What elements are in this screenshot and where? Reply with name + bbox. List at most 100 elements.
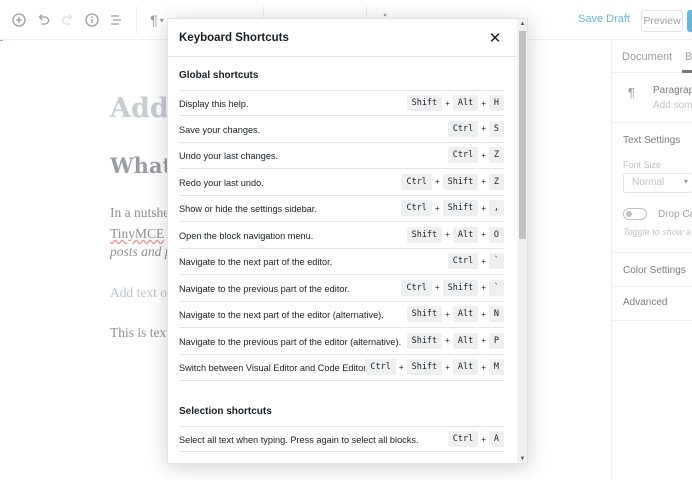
section-title-selection: Selection shortcuts [179, 406, 272, 417]
shortcut-key-combination: Ctrl + S [447, 120, 504, 137]
key-cap: Ctrl [401, 200, 432, 216]
key-cap: Ctrl [447, 253, 479, 269]
key-cap: Z [488, 147, 504, 163]
key-cap: Ctrl [447, 147, 479, 163]
shortcut-row: Open the block navigation menu. Shift + Alt… [179, 223, 504, 249]
modal-header: Keyboard Shortcuts ✕ [168, 19, 527, 57]
shortcut-row: Navigate to the previous part of the edi… [179, 276, 504, 302]
key-cap: S [488, 120, 504, 137]
key-cap: N [488, 306, 504, 322]
shortcut-key-combination: Ctrl + A [447, 431, 504, 447]
key-cap: Ctrl [365, 359, 396, 375]
key-cap: Alt [452, 226, 479, 243]
key-cap: Alt [452, 95, 479, 111]
close-icon[interactable]: ✕ [486, 29, 504, 47]
shortcut-description: Switch between Visual Editor and Code Ed… [179, 363, 369, 373]
key-cap: Shift [406, 332, 443, 349]
key-cap: Ctrl [401, 279, 432, 296]
shortcut-row: Save your changes. Ctrl + S [179, 117, 504, 143]
key-cap: Shift [406, 95, 443, 111]
shortcut-description: Display this help. [179, 99, 249, 109]
key-separator: + [481, 283, 486, 292]
key-separator: + [445, 309, 450, 319]
key-separator: + [481, 150, 486, 160]
key-separator: + [481, 256, 486, 266]
key-separator: + [434, 177, 440, 186]
key-separator: + [481, 177, 486, 186]
shortcut-key-combination: Shift + Alt + O [406, 226, 504, 243]
app-root: ¶ ▾ Save Draft Preview Add What In a nuts… [0, 0, 692, 480]
shortcut-row: Display this help. Shift + Alt + H [179, 90, 504, 116]
key-cap: Shift [442, 200, 479, 216]
scroll-up-icon[interactable]: ▲ [519, 20, 526, 28]
key-cap: Shift [406, 359, 443, 375]
key-separator: + [445, 230, 450, 239]
key-cap: A [488, 431, 504, 447]
modal-title: Keyboard Shortcuts [179, 32, 289, 44]
shortcut-description: Select all text when typing. Press again… [179, 435, 419, 445]
key-cap: Z [488, 173, 504, 190]
shortcut-row: Undo your last changes. Ctrl + Z [179, 143, 504, 169]
key-separator: + [481, 309, 486, 319]
key-separator: + [398, 362, 404, 372]
modal-scrollbar[interactable]: ▲ ▼ [517, 19, 527, 463]
key-cap: Alt [452, 359, 479, 375]
key-separator: + [445, 98, 450, 108]
key-cap: O [488, 226, 504, 243]
key-separator: + [481, 230, 486, 239]
keyboard-shortcuts-modal: Keyboard Shortcuts ✕ Global shortcuts Di… [167, 18, 528, 464]
key-cap: Alt [452, 332, 479, 349]
shortcut-row: Select all text when typing. Press again… [179, 426, 504, 452]
shortcut-key-combination: Ctrl + Shift + ` [401, 279, 504, 296]
shortcut-description: Open the block navigation menu. [179, 230, 314, 241]
key-cap: Alt [452, 306, 479, 322]
key-separator: + [434, 203, 440, 213]
key-cap: Ctrl [401, 173, 432, 190]
key-cap: , [488, 200, 504, 216]
shortcut-row: Redo your last undo. Ctrl + Shift + Z [179, 170, 504, 196]
key-cap: Shift [406, 226, 443, 243]
key-cap: H [488, 95, 504, 111]
shortcut-key-combination: Ctrl + Shift + Alt + M [365, 359, 504, 375]
shortcut-key-combination: Ctrl + Z [447, 147, 504, 163]
shortcut-key-combination: Ctrl + Shift + Z [401, 173, 504, 190]
key-separator: + [481, 434, 486, 444]
shortcut-row: Switch between Visual Editor and Code Ed… [179, 355, 504, 381]
key-cap: Shift [406, 306, 443, 322]
key-cap: Ctrl [447, 431, 479, 447]
key-separator: + [481, 124, 486, 133]
shortcut-description: Redo your last undo. [179, 177, 264, 188]
shortcut-row: Navigate to the previous part of the edi… [179, 329, 504, 355]
key-cap: M [488, 359, 504, 375]
shortcut-description: Save your changes. [179, 124, 261, 135]
shortcut-description: Navigate to the next part of the editor. [179, 257, 333, 267]
key-separator: + [445, 362, 450, 372]
shortcut-key-combination: Ctrl + ` [447, 253, 504, 269]
key-separator: + [434, 283, 440, 292]
shortcut-description: Navigate to the previous part of the edi… [179, 283, 350, 294]
shortcut-description: Undo your last changes. [179, 151, 279, 161]
key-cap: Shift [442, 173, 479, 190]
shortcut-row: Show or hide the settings sidebar. Ctrl + S… [179, 196, 504, 222]
scrollbar-thumb[interactable] [519, 31, 526, 239]
shortcut-description: Navigate to the next part of the editor … [179, 310, 384, 320]
key-separator: + [481, 336, 486, 345]
key-separator: + [445, 336, 450, 345]
key-cap: ` [488, 253, 504, 269]
key-separator: + [481, 362, 486, 372]
shortcut-description: Navigate to the previous part of the edi… [179, 336, 402, 347]
key-separator: + [481, 203, 486, 213]
shortcut-description: Show or hide the settings sidebar. [179, 204, 317, 214]
scroll-down-icon[interactable]: ▼ [519, 455, 526, 463]
key-cap: ` [488, 279, 504, 296]
key-cap: Ctrl [447, 120, 479, 137]
shortcut-row: Navigate to the next part of the editor … [179, 302, 504, 328]
key-separator: + [481, 98, 486, 108]
section-title-global: Global shortcuts [179, 70, 259, 81]
shortcut-key-combination: Ctrl + Shift +, [401, 200, 504, 216]
shortcut-row: Navigate to the next part of the editor.… [179, 249, 504, 275]
shortcut-key-combination: Shift + Alt + N [406, 306, 504, 322]
shortcut-key-combination: Shift + Alt + P [406, 332, 504, 349]
shortcut-key-combination: Shift + Alt + H [406, 95, 504, 111]
key-cap: P [488, 332, 504, 349]
